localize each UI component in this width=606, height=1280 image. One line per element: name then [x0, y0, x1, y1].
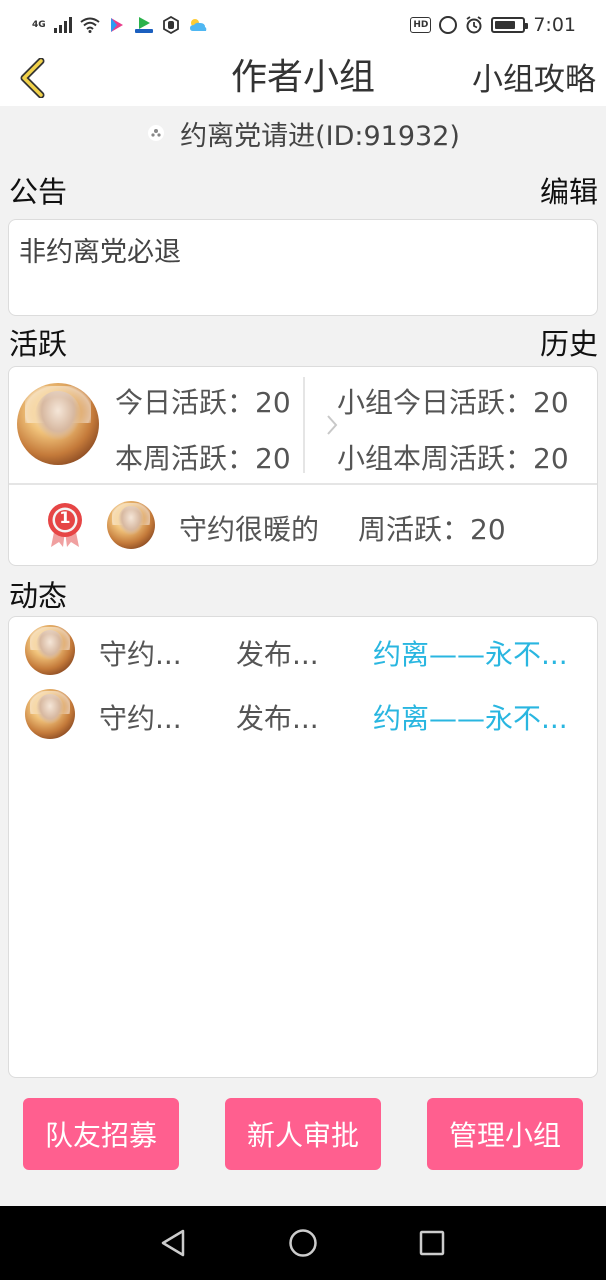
- app-notification-icon: [108, 15, 126, 35]
- today-activity: 今日活跃：20: [115, 386, 291, 419]
- system-nav-bar: [0, 1206, 606, 1280]
- signal-icon: [53, 17, 72, 33]
- wifi-icon: [80, 15, 100, 35]
- feed-avatar[interactable]: [25, 625, 75, 675]
- feed-target-link[interactable]: 约离——永不...: [373, 633, 568, 673]
- group-icon: [146, 123, 166, 143]
- activity-title: 活跃: [9, 327, 68, 361]
- group-guide-link[interactable]: 小组攻略: [472, 60, 596, 100]
- chevron-left-icon: [20, 58, 45, 98]
- notice-card: 非约离党必退: [8, 219, 598, 316]
- group-today-activity: 小组今日活跃：20: [337, 386, 569, 419]
- recents-nav-icon[interactable]: [417, 1228, 447, 1258]
- hd-badge: HD: [410, 17, 432, 33]
- feed-card: 守约... 发布... 约离——永不... 守约... 发布... 约离——永不…: [8, 616, 598, 1078]
- top-member-name: 守约很暖的: [179, 513, 320, 546]
- group-week-activity: 小组本周活跃：20: [337, 442, 569, 475]
- notice-title: 公告: [9, 175, 68, 209]
- feed-avatar[interactable]: [25, 689, 75, 739]
- notice-edit-button[interactable]: 编辑: [540, 169, 598, 211]
- recruit-button[interactable]: 队友招募: [23, 1098, 179, 1170]
- network-type-label: 4G: [32, 19, 46, 30]
- activity-history-button[interactable]: 历史: [540, 321, 598, 363]
- clock: 7:01: [533, 14, 576, 36]
- week-activity: 本周活跃：20: [115, 442, 291, 475]
- activity-card: 今日活跃：20 本周活跃：20 小组今日活跃：20 小组本周活跃：20 1 守约…: [8, 366, 598, 566]
- notice-text: 非约离党必退: [19, 237, 181, 268]
- status-bar-right: HD 7:01: [410, 14, 576, 36]
- top-member-avatar[interactable]: [107, 501, 155, 549]
- home-nav-icon[interactable]: [288, 1228, 318, 1258]
- feed-action: 发布...: [236, 638, 319, 671]
- feed-title: 动态: [9, 579, 68, 613]
- group-name-id: 约离党请进(ID:91932): [180, 120, 460, 152]
- feed-target-link[interactable]: 约离——永不...: [373, 697, 568, 737]
- top-member-score: 周活跃：20: [358, 513, 506, 546]
- feed-header: 动态: [9, 574, 598, 614]
- back-button[interactable]: [12, 56, 52, 100]
- back-nav-icon[interactable]: [158, 1228, 188, 1258]
- alarm-icon: [465, 15, 483, 35]
- feed-user: 守约...: [99, 638, 182, 671]
- nav-bar: 作者小组 小组攻略: [0, 50, 606, 106]
- feed-action: 发布...: [236, 702, 319, 735]
- activity-header: 活跃 历史: [9, 322, 598, 362]
- manage-group-button[interactable]: 管理小组: [427, 1098, 583, 1170]
- data-saver-icon: [439, 16, 458, 34]
- status-bar-left: 4G: [32, 15, 208, 35]
- status-bar: 4G HD 7:01: [0, 0, 606, 50]
- rank-number: 1: [59, 508, 71, 527]
- rank-medal-icon: 1: [45, 501, 85, 549]
- hand-app-icon: [162, 15, 180, 35]
- list-item[interactable]: 守约... 发布... 约离——永不...: [9, 617, 597, 681]
- approve-button[interactable]: 新人审批: [225, 1098, 381, 1170]
- list-item[interactable]: 守约... 发布... 约离——永不...: [9, 681, 597, 745]
- battery-icon: [491, 17, 529, 33]
- avatar[interactable]: [17, 383, 99, 465]
- group-info: 约离党请进(ID:91932): [0, 110, 606, 156]
- feed-user: 守约...: [99, 702, 182, 735]
- notice-header: 公告 编辑: [9, 170, 598, 210]
- video-app-icon: [134, 15, 154, 35]
- weather-icon: [188, 15, 208, 35]
